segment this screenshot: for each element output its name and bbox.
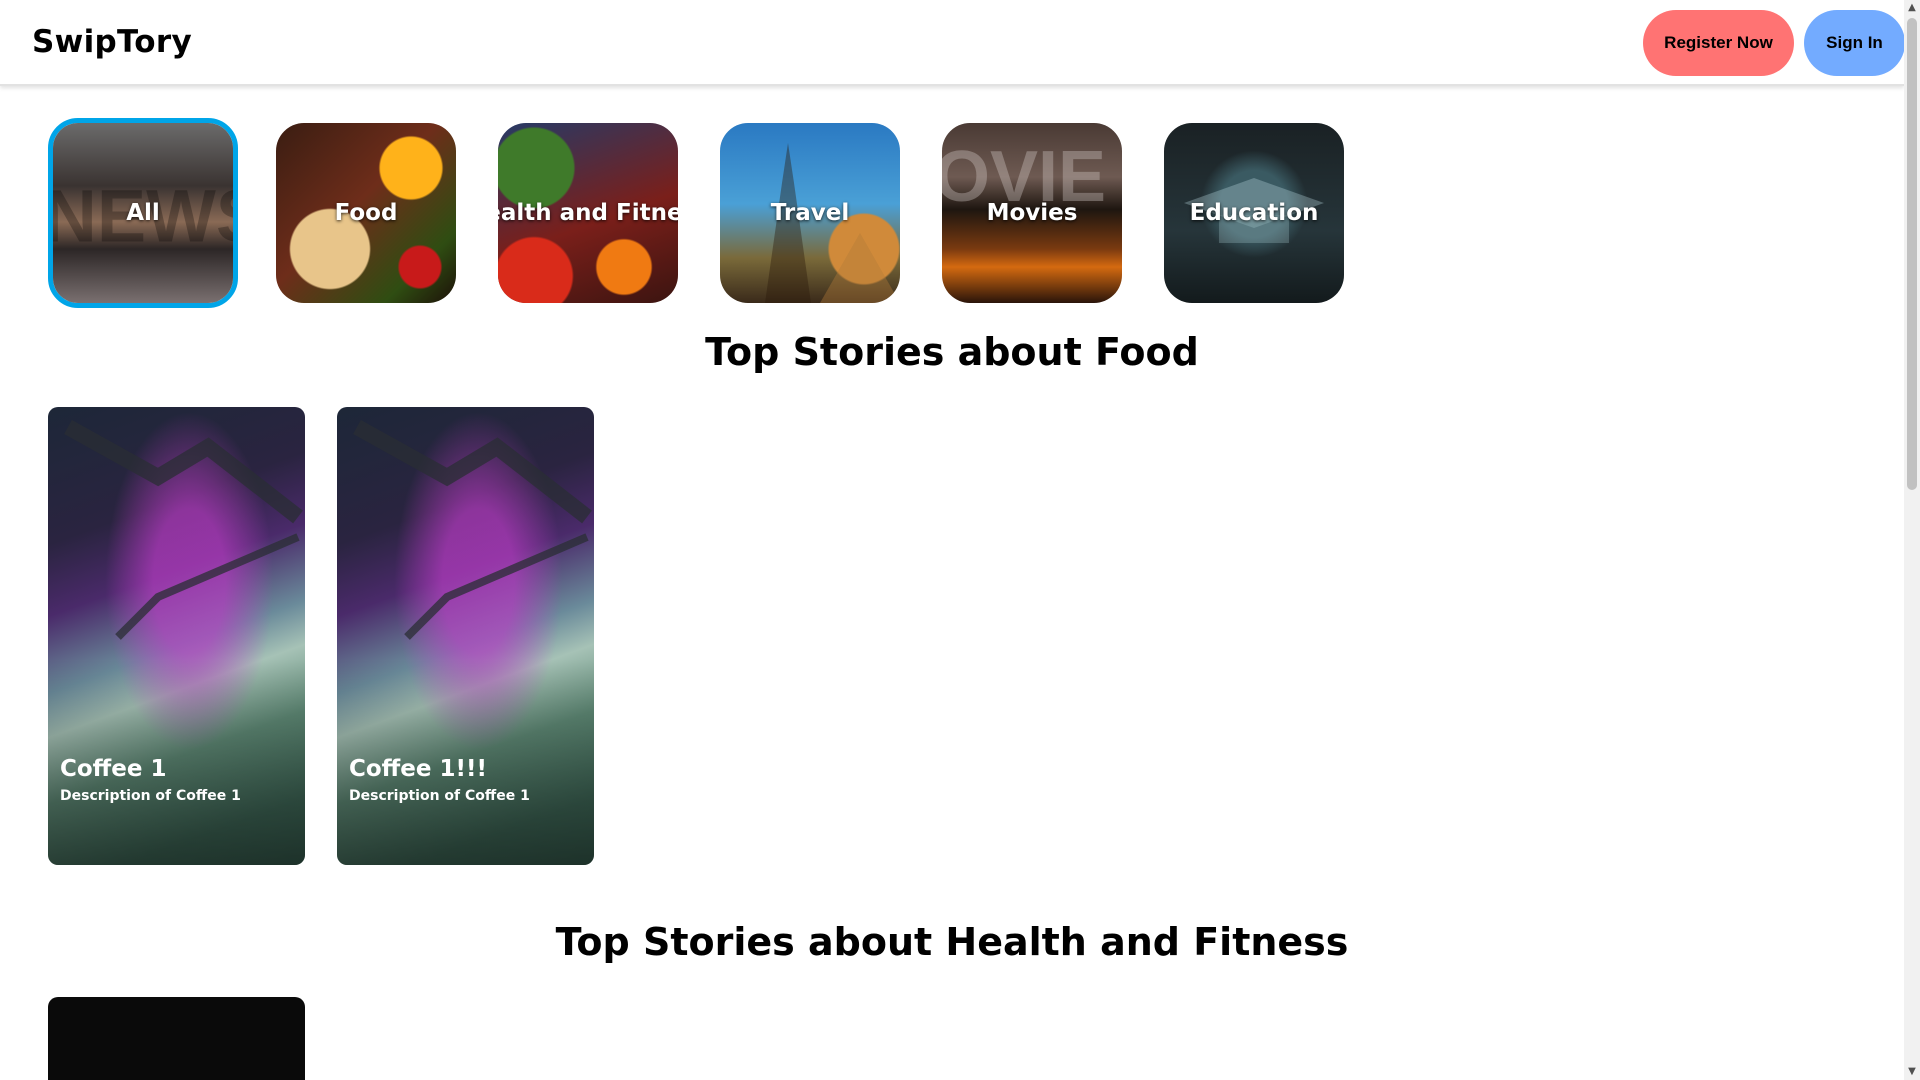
category-movies[interactable]: OVIE Movies [942, 123, 1122, 303]
section-title-health-and-fitness: Top Stories about Health and Fitness [555, 920, 1349, 964]
story-card[interactable] [48, 997, 305, 1080]
category-label: All [126, 200, 160, 226]
story-card[interactable]: Coffee 1 Description of Coffee 1 [48, 407, 305, 865]
category-food[interactable]: Food [276, 123, 456, 303]
register-now-button[interactable]: Register Now [1643, 10, 1794, 76]
sign-in-button[interactable]: Sign In [1804, 10, 1905, 76]
scroll-up-arrow-icon[interactable]: ▲ [1904, 0, 1920, 16]
space-station-arm-icon [353, 420, 592, 640]
scroll-down-arrow-icon[interactable]: ▼ [1904, 1064, 1920, 1080]
page: SwipTory Register Now Sign In NEWS All F… [0, 0, 1920, 1080]
category-label: Education [1189, 200, 1319, 226]
category-label: Food [334, 200, 398, 226]
category-education[interactable]: Education [1164, 123, 1344, 303]
scroll-thumb[interactable] [1907, 18, 1917, 490]
category-label: Health and Fitness [498, 200, 678, 226]
story-card[interactable]: Coffee 1!!! Description of Coffee 1 [337, 407, 594, 865]
section-title-food: Top Stories about Food [705, 330, 1199, 374]
category-all[interactable]: NEWS All [48, 118, 238, 308]
vertical-scrollbar[interactable]: ▲ ▼ [1904, 0, 1920, 1080]
category-label: Travel [770, 200, 850, 226]
navbar: SwipTory Register Now Sign In [0, 0, 1905, 86]
category-health-and-fitness[interactable]: Health and Fitness [498, 123, 678, 303]
space-station-arm-icon [64, 420, 303, 640]
category-label: Movies [986, 200, 1078, 226]
logo[interactable]: SwipTory [32, 24, 192, 60]
category-travel[interactable]: Travel [720, 123, 900, 303]
